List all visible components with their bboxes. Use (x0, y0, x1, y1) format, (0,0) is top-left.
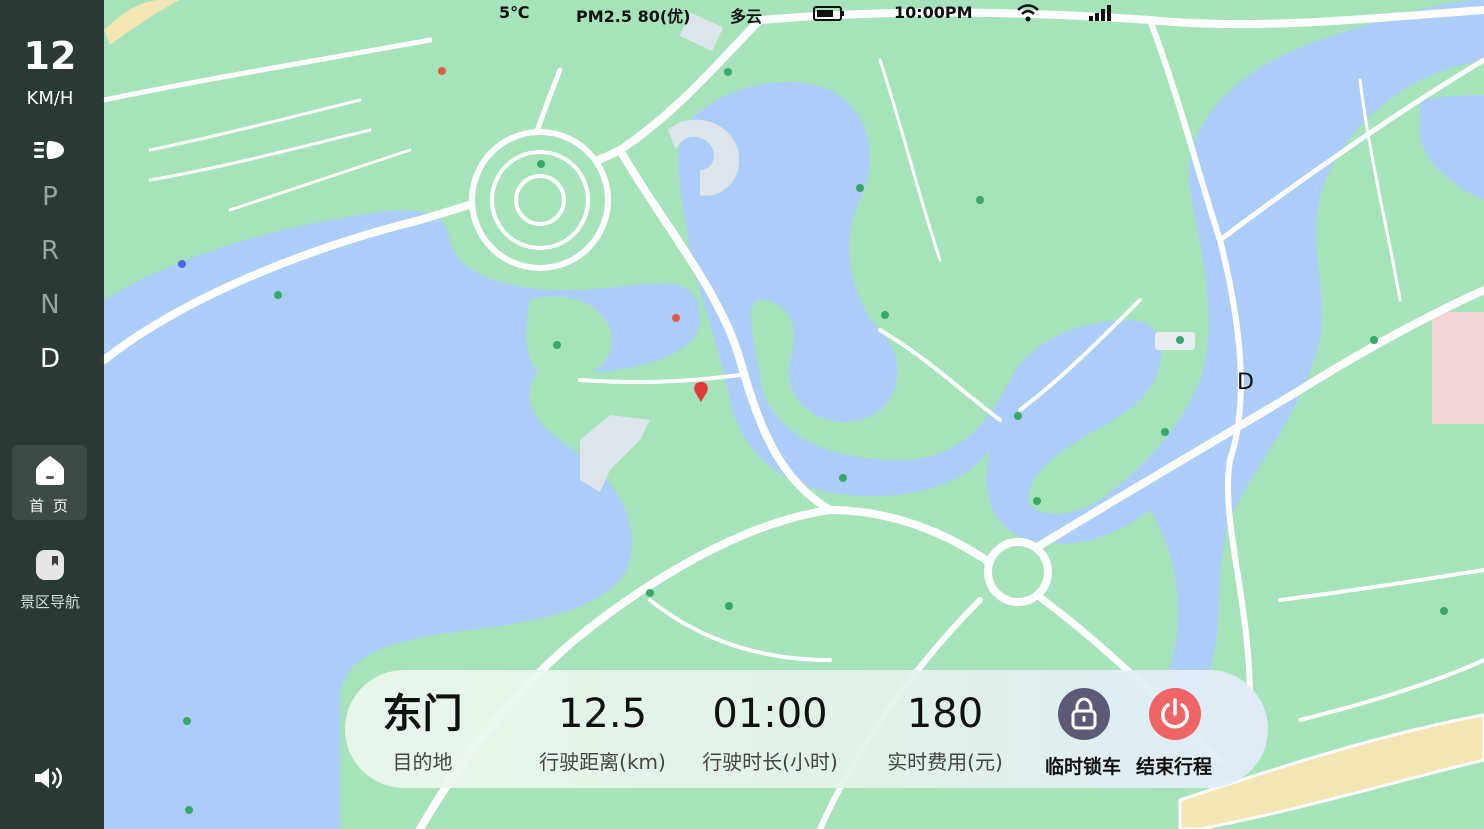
destination-value: 东门 (382, 691, 463, 737)
end-trip-label[interactable]: 结束行程 (1136, 752, 1212, 779)
temporary-lock-button[interactable] (1058, 688, 1110, 740)
distance-label: 行驶距离(km) (539, 750, 666, 774)
headlight-icon[interactable] (32, 138, 68, 162)
nav-home-label: 首 页 (29, 497, 70, 515)
sidebar: 12 KM/H P R N D 首 页 景区导航 (0, 0, 104, 829)
nav-scenic-label: 景区导航 (19, 593, 80, 611)
volume-icon[interactable] (32, 764, 68, 792)
speed-value: 12 (23, 34, 77, 78)
gear-p[interactable]: P (0, 182, 100, 212)
distance: 12.5 行驶距离(km) (530, 688, 675, 775)
map-destination-marker[interactable]: D (1237, 370, 1254, 395)
temporary-lock-label[interactable]: 临时锁车 (1045, 752, 1121, 779)
duration-value: 01:00 (712, 691, 828, 737)
fee-value: 180 (906, 691, 984, 737)
lock-icon (1071, 697, 1097, 730)
wifi-icon (1017, 4, 1039, 22)
air-quality: PM2.5 80(优) (576, 7, 691, 26)
map-pin-icon (36, 550, 64, 580)
trip-info-panel: 东门 目的地 12.5 行驶距离(km) 01:00 行驶时长(小时) 180 … (345, 670, 1268, 788)
gear-d[interactable]: D (0, 344, 100, 374)
weather: 多云 (730, 7, 763, 26)
battery-icon (813, 6, 844, 21)
fee: 180 实时费用(元) (875, 688, 1015, 775)
nav-home[interactable]: 首 页 (12, 445, 87, 520)
duration-label: 行驶时长(小时) (702, 750, 838, 774)
fee-label: 实时费用(元) (887, 750, 1003, 774)
status-bar: 5℃ PM2.5 80(优) 多云 10:00PM (0, 3, 1484, 26)
duration: 01:00 行驶时长(小时) (695, 688, 845, 775)
power-icon (1161, 698, 1189, 729)
destination-label: 目的地 (392, 750, 453, 774)
end-trip-button[interactable] (1149, 688, 1201, 740)
signal-icon (1089, 5, 1111, 21)
gear-r[interactable]: R (0, 236, 100, 266)
nav-scenic-navigation[interactable]: 景区导航 (0, 540, 100, 620)
distance-value: 12.5 (557, 691, 648, 737)
clock: 10:00PM (894, 3, 973, 22)
home-icon (35, 456, 64, 485)
gear-n[interactable]: N (0, 290, 100, 320)
temperature: 5℃ (499, 3, 530, 22)
destination: 东门 目的地 (355, 688, 490, 775)
speed-unit: KM/H (26, 88, 74, 109)
